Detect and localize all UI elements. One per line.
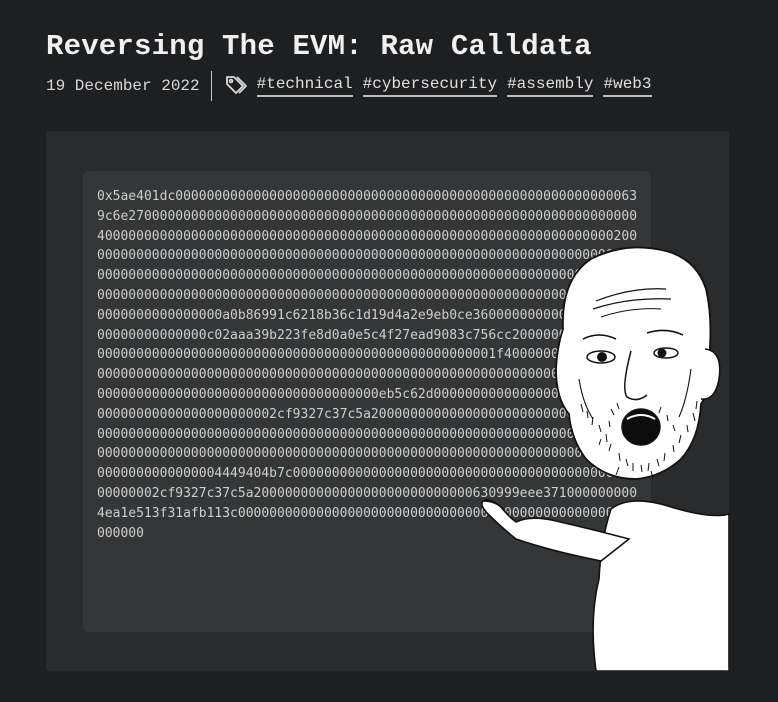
post-meta: 19 December 2022 #technical #cybersecuri… (46, 70, 652, 102)
post-date: 19 December 2022 (46, 77, 200, 95)
tag-link-technical[interactable]: #technical (256, 75, 353, 97)
tag-link-assembly[interactable]: #assembly (507, 75, 594, 97)
tag-link-cybersecurity[interactable]: #cybersecurity (362, 75, 498, 97)
tag-icon (224, 73, 250, 99)
tag-link-web3[interactable]: #web3 (603, 75, 652, 97)
cover-image: 0x5ae401dc000000000000000000000000000000… (46, 131, 729, 671)
pointing-wojak-illustration (481, 246, 729, 671)
meta-divider (210, 71, 212, 101)
tag-list: #technical #cybersecurity #assembly #web… (256, 75, 652, 97)
page-title: Reversing The EVM: Raw Calldata (46, 30, 592, 63)
